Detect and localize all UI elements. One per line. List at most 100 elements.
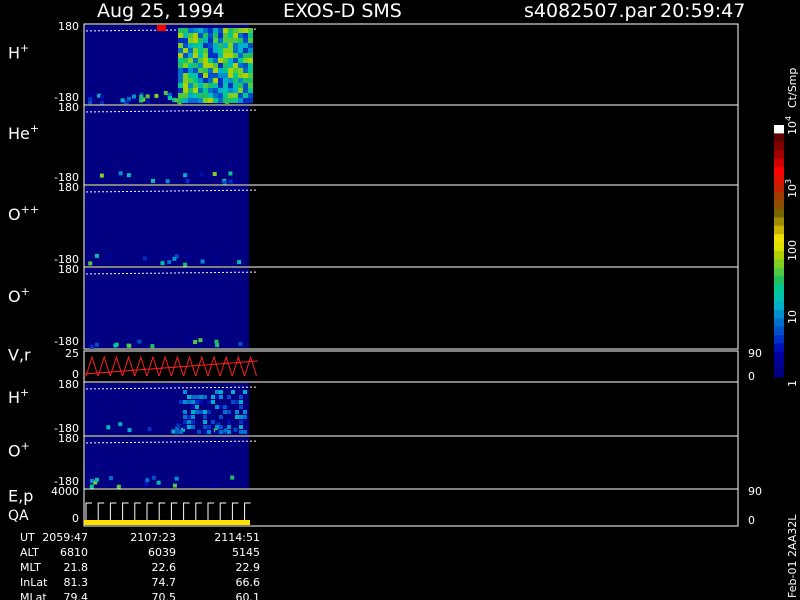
burst-pixel xyxy=(223,38,228,43)
speckle-pixel xyxy=(237,260,242,265)
burst-pixel xyxy=(178,38,183,43)
speckle-pixel xyxy=(162,255,167,260)
burst-pixel xyxy=(238,73,243,78)
burst-pixel xyxy=(239,425,243,429)
burst-pixel xyxy=(208,93,213,98)
burst-pixel xyxy=(233,33,238,38)
burst-pixel xyxy=(243,38,248,43)
speckle-pixel xyxy=(116,484,121,489)
burst-pixel xyxy=(208,88,213,93)
colorbar-cell xyxy=(774,125,784,134)
burst-pixel xyxy=(238,78,243,83)
burst-pixel xyxy=(223,33,228,38)
speckle-pixel xyxy=(94,342,99,347)
speckle-pixel xyxy=(88,261,93,266)
speckle-pixel xyxy=(100,101,105,105)
speckle-pixel xyxy=(144,482,149,486)
burst-pixel xyxy=(233,83,238,88)
plot-header: Aug 25, 1994 EXOS-D SMS s4082507.par 20:… xyxy=(97,0,745,22)
burst-pixel xyxy=(238,93,243,98)
footer-cell: 66.6 xyxy=(236,576,261,589)
burst-pixel xyxy=(243,88,248,93)
burst-pixel xyxy=(233,58,238,63)
speckle-pixel xyxy=(185,179,190,184)
burst-pixel xyxy=(223,73,228,78)
burst-pixel xyxy=(178,28,183,33)
burst-pixel xyxy=(203,83,208,88)
burst-pixel xyxy=(233,53,238,58)
burst-pixel xyxy=(223,43,228,48)
burst-pixel xyxy=(191,395,195,399)
speckle-pixel xyxy=(174,476,179,481)
burst-pixel xyxy=(207,430,211,434)
burst-pixel xyxy=(215,395,219,399)
footer-cell: 2114:51 xyxy=(214,531,260,544)
colorbar-cell xyxy=(774,133,784,143)
burst-pixel xyxy=(183,53,188,58)
burst-pixel xyxy=(243,415,247,419)
burst-pixel xyxy=(203,430,207,434)
burst-pixel xyxy=(178,78,183,83)
speckle-pixel xyxy=(106,253,111,258)
burst-pixel xyxy=(208,43,213,48)
speckle-pixel xyxy=(238,341,243,346)
burst-pixel xyxy=(198,93,203,98)
burst-pixel xyxy=(223,63,228,68)
burst-pixel xyxy=(219,390,223,394)
y-tick-top: 180 xyxy=(58,101,79,114)
burst-pixel xyxy=(213,93,218,98)
colorbar-cell xyxy=(774,343,784,353)
burst-pixel xyxy=(193,78,198,83)
burst-pixel xyxy=(231,390,235,394)
speckle-pixel xyxy=(230,475,235,480)
burst-pixel xyxy=(208,28,213,33)
burst-pixel xyxy=(198,83,203,88)
burst-pixel xyxy=(183,63,188,68)
speckle-pixel xyxy=(200,259,205,264)
panel-1: He+180-180 xyxy=(8,101,739,186)
burst-pixel xyxy=(183,58,188,63)
burst-pixel xyxy=(193,73,198,78)
speckle-pixel xyxy=(113,343,118,348)
burst-pixel xyxy=(218,63,223,68)
speckle-pixel xyxy=(165,179,170,184)
data-fill xyxy=(85,106,249,184)
burst-pixel xyxy=(211,395,215,399)
burst-pixel xyxy=(203,33,208,38)
burst-pixel xyxy=(243,390,247,394)
speckle-pixel xyxy=(99,173,104,178)
speckle-pixel xyxy=(126,173,131,178)
panel-label: H+ xyxy=(8,42,29,63)
burst-pixel xyxy=(178,68,183,73)
panel-label-secondary: QA xyxy=(8,508,29,524)
colorbar-cell xyxy=(774,141,784,151)
panel-4: V,r 250900 xyxy=(8,346,762,384)
burst-pixel xyxy=(188,73,193,78)
speckle-pixel xyxy=(198,338,203,343)
burst-pixel xyxy=(248,38,253,43)
burst-pixel xyxy=(248,33,253,38)
burst-pixel xyxy=(239,400,243,404)
burst-pixel xyxy=(218,53,223,58)
panel-5: H+180-180 xyxy=(8,378,739,437)
colorbar-cell xyxy=(774,200,784,210)
burst-pixel xyxy=(238,43,243,48)
footer-cell: 6810 xyxy=(60,546,88,559)
speckle-pixel xyxy=(88,97,93,102)
burst-pixel xyxy=(239,430,243,434)
burst-pixel xyxy=(157,25,166,31)
footer-cell: 81.3 xyxy=(64,576,89,589)
footer-cell: 79.4 xyxy=(64,591,89,600)
burst-pixel xyxy=(223,410,227,414)
burst-pixel xyxy=(203,53,208,58)
panel-label-superscript: + xyxy=(21,285,30,298)
burst-pixel xyxy=(193,68,198,73)
burst-pixel xyxy=(243,28,248,33)
burst-pixel xyxy=(178,63,183,68)
burst-pixel xyxy=(218,98,223,103)
burst-pixel xyxy=(218,58,223,63)
data-fill xyxy=(85,268,249,348)
burst-pixel xyxy=(248,83,253,88)
burst-pixel xyxy=(227,430,231,434)
colorbar-cell xyxy=(774,293,784,302)
